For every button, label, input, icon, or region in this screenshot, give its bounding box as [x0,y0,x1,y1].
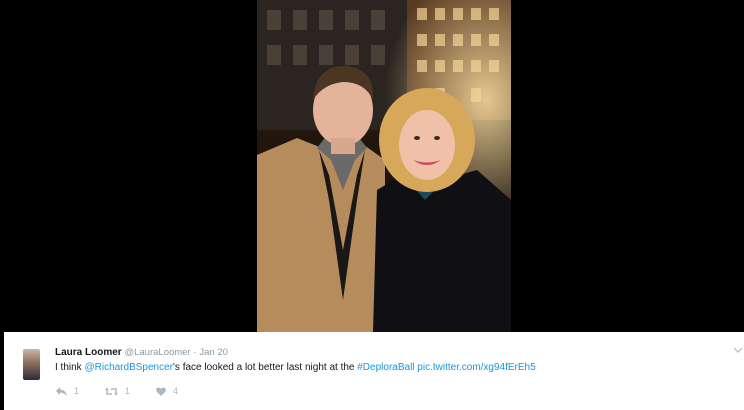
user-handle[interactable]: @LauraLoomer [124,347,190,358]
tweet-screenshot: Laura Loomer @LauraLoomer · Jan 20 I thi… [0,0,744,410]
pic-link[interactable]: pic.twitter.com/xg94fErEh5 [417,362,535,373]
reply-icon [56,386,67,396]
like-count: 4 [173,386,179,396]
retweet-count: 1 [125,386,131,396]
tweet-text-part: 's face looked a lot better last night a… [173,362,358,373]
reply-count: 1 [74,386,80,396]
hashtag-link[interactable]: #DeploraBall [357,362,414,373]
tweet-text-part: I think [55,362,85,373]
reply-button[interactable]: 1 [56,386,79,396]
chevron-down-icon[interactable] [733,345,743,355]
tweet-date[interactable]: Jan 20 [199,347,228,358]
display-name[interactable]: Laura Loomer [55,347,122,358]
tweet-text: I think @RichardBSpencer's face looked a… [55,362,536,373]
tweet-photo[interactable] [257,0,511,332]
heart-icon [156,386,166,396]
retweet-button[interactable]: 1 [105,386,130,396]
photo-illustration [257,0,511,332]
like-button[interactable]: 4 [156,386,178,396]
media-container [0,0,744,332]
retweet-icon [105,387,119,395]
avatar[interactable] [23,349,40,380]
separator-dot: · [193,347,197,358]
tweet-actions: 1 1 4 [56,386,204,396]
card-edge [0,332,4,410]
tweet-header: Laura Loomer @LauraLoomer · Jan 20 [55,347,228,358]
mention-link[interactable]: @RichardBSpencer [84,362,173,373]
tweet-card: Laura Loomer @LauraLoomer · Jan 20 I thi… [0,332,744,410]
